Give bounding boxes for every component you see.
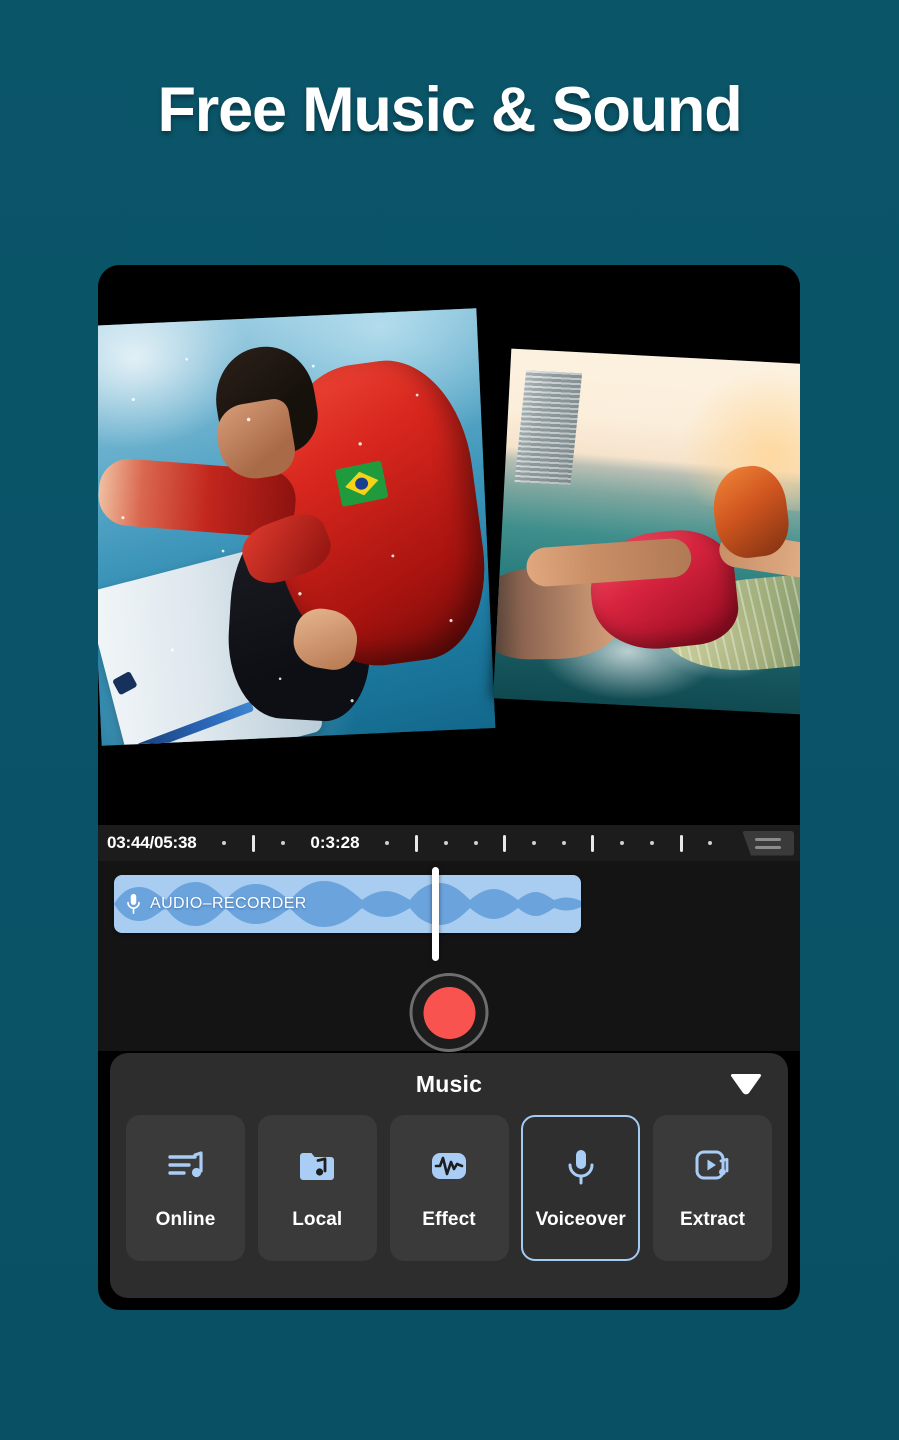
microphone-icon xyxy=(127,893,140,914)
timecode-marker: 0:3:28 xyxy=(310,833,360,852)
water-spray xyxy=(98,308,496,746)
audio-tool-list: Online Local Effect Voiceover Extract xyxy=(110,1115,788,1261)
ruler-tick-dot xyxy=(222,841,227,845)
ruler-ticks: 0:3:28 xyxy=(196,833,738,853)
sheet-title: Music xyxy=(415,1070,483,1097)
ruler-tick-bar xyxy=(251,834,255,852)
microphone-icon xyxy=(568,1150,594,1185)
music-folder-icon xyxy=(300,1153,335,1180)
preview-clip-surfer[interactable] xyxy=(98,308,496,746)
tool-label: Effect xyxy=(422,1209,476,1230)
waveform-icon xyxy=(432,1153,466,1179)
tool-voiceover[interactable]: Voiceover xyxy=(521,1115,641,1261)
playhead[interactable] xyxy=(432,867,439,961)
timeline-ruler[interactable]: 03:44/05:38 0:3:28 xyxy=(98,825,800,861)
ruler-tick-bar xyxy=(503,834,507,852)
timeline-tracks[interactable]: AUDIO–RECORDER xyxy=(98,861,800,1052)
handle-line xyxy=(755,845,781,849)
audio-tools-sheet: Music Online Local Effect Voiceover Extr… xyxy=(110,1053,788,1298)
sheet-header: Music xyxy=(110,1053,788,1115)
timeline-zoom-handle[interactable] xyxy=(742,830,794,856)
timecode-current-total: 03:44/05:38 xyxy=(107,833,197,852)
chevron-down-icon[interactable] xyxy=(730,1073,762,1095)
ruler-tick-dot xyxy=(385,841,390,845)
record-indicator xyxy=(423,986,475,1039)
ruler-tick-dot xyxy=(280,841,285,845)
app-screenshot: Free Music & Sound 03:44/05:38 0:3:28 AU… xyxy=(0,0,899,1440)
ruler-tick-bar xyxy=(415,834,419,852)
record-button[interactable] xyxy=(409,973,489,1052)
preview-clip-wakeboard[interactable] xyxy=(493,348,800,716)
page-title: Free Music & Sound xyxy=(157,75,743,145)
ruler-tick-dot xyxy=(473,841,478,845)
video-preview[interactable] xyxy=(98,265,800,820)
audio-clip[interactable]: AUDIO–RECORDER xyxy=(114,875,581,933)
tool-label: Extract xyxy=(679,1209,746,1230)
tool-effect[interactable]: Effect xyxy=(389,1115,509,1261)
audio-clip-label: AUDIO–RECORDER xyxy=(150,895,307,912)
tool-label: Voiceover xyxy=(535,1209,626,1230)
background-building xyxy=(514,370,583,485)
ruler-tick-dot xyxy=(620,841,625,845)
handle-line xyxy=(755,837,781,841)
tool-label: Local xyxy=(292,1209,343,1230)
ruler-tick-dot xyxy=(561,841,566,845)
ruler-tick-bar xyxy=(679,834,683,852)
ruler-tick-dot xyxy=(443,841,448,845)
ruler-tick-bar xyxy=(591,834,595,852)
tool-extract[interactable]: Extract xyxy=(653,1115,772,1261)
ruler-tick-dot xyxy=(708,841,713,845)
tool-online[interactable]: Online xyxy=(126,1115,245,1261)
tool-label: Online xyxy=(155,1209,216,1230)
phone-frame: 03:44/05:38 0:3:28 AUDIO–RECORDER Music … xyxy=(98,265,800,1310)
tool-local[interactable]: Local xyxy=(257,1115,377,1261)
video-music-icon xyxy=(695,1150,728,1180)
ruler-tick-dot xyxy=(531,841,536,845)
music-list-icon xyxy=(167,1151,203,1178)
ruler-tick-dot xyxy=(649,841,654,845)
